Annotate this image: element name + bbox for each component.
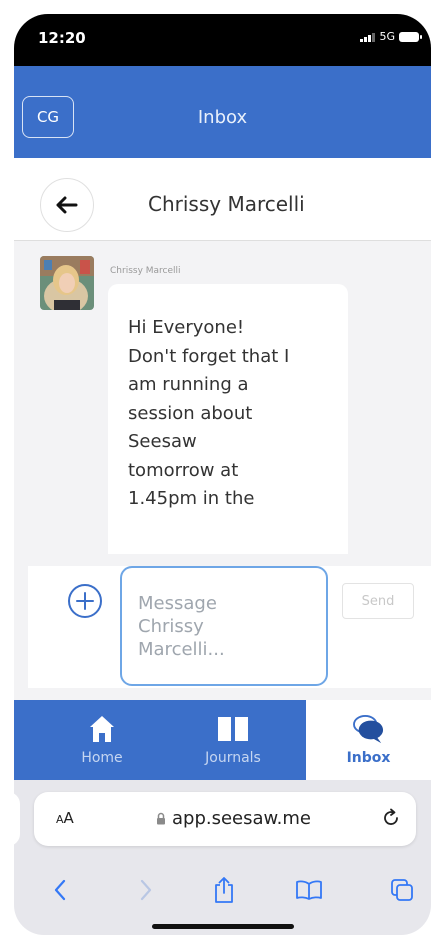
- bookmarks-button[interactable]: [290, 872, 328, 908]
- home-indicator[interactable]: [152, 924, 294, 929]
- compose-bar: Message Chrissy Marcelli... Send: [14, 554, 431, 700]
- browser-back-button[interactable]: [42, 872, 78, 908]
- conversation-header: Chrissy Marcelli: [14, 158, 431, 241]
- message-bubble: Hi Everyone! Don't forget that I am runn…: [108, 284, 348, 554]
- previous-tab-peek[interactable]: [14, 792, 20, 846]
- message-input-placeholder: Chrissy: [138, 616, 204, 637]
- chevron-left-icon: [54, 879, 66, 901]
- bookmarks-icon: [296, 880, 322, 900]
- status-time: 12:20: [38, 29, 86, 47]
- tab-bar: Home Journals Inbox: [14, 700, 431, 780]
- add-attachment-button[interactable]: [68, 584, 102, 618]
- phone-screen: 12:20 5G CG Inbox Chrissy Marcelli Chris…: [14, 14, 431, 935]
- share-button[interactable]: [206, 872, 242, 908]
- tab-journals-label: Journals: [205, 750, 261, 766]
- tabs-button[interactable]: [384, 872, 420, 908]
- battery-icon: [399, 31, 422, 42]
- status-bar: 12:20 5G: [14, 14, 431, 66]
- message-input[interactable]: Message Chrissy Marcelli...: [120, 566, 328, 686]
- avatar: [40, 256, 94, 310]
- address-bar[interactable]: AAAA app.seesaw.me: [34, 792, 416, 846]
- url-text: app.seesaw.me: [172, 808, 311, 829]
- back-button[interactable]: [40, 178, 94, 232]
- browser-chrome: AAAA app.seesaw.me: [14, 780, 431, 935]
- url-field[interactable]: app.seesaw.me: [156, 808, 311, 829]
- message-input-placeholder: Message: [138, 593, 217, 614]
- compose-panel: Message Chrissy Marcelli... Send: [28, 566, 431, 688]
- message-line: Hi Everyone!: [128, 317, 245, 338]
- conversation-name: Chrissy Marcelli: [148, 192, 305, 216]
- tab-home[interactable]: Home: [52, 700, 152, 780]
- home-icon: [90, 716, 114, 742]
- message-list[interactable]: Chrissy Marcelli Hi Everyone! Don't forg…: [14, 241, 431, 554]
- message-line: Don't forget that I: [128, 345, 290, 367]
- message-line: 1.45pm in the: [128, 488, 255, 509]
- lock-icon: [157, 812, 165, 825]
- message-line: tomorrow at: [128, 459, 239, 481]
- browser-forward-button[interactable]: [128, 872, 164, 908]
- reload-icon[interactable]: [380, 807, 402, 829]
- chat-bubbles-icon: [352, 714, 383, 744]
- message-line: am running a: [128, 374, 249, 395]
- book-icon: [218, 717, 248, 741]
- signal-icon: [360, 32, 376, 42]
- network-label: 5G: [379, 30, 395, 43]
- share-icon: [215, 877, 233, 903]
- app-header: CG Inbox: [14, 66, 431, 158]
- arrow-left-icon: [56, 196, 78, 214]
- tab-inbox[interactable]: Inbox: [306, 700, 431, 780]
- tab-home-label: Home: [81, 750, 123, 766]
- page-title: Inbox: [197, 107, 248, 128]
- message-input-placeholder: Marcelli...: [138, 639, 225, 660]
- tab-inbox-label: Inbox: [346, 750, 391, 766]
- send-button[interactable]: Send: [342, 583, 414, 619]
- tab-journals[interactable]: Journals: [178, 700, 288, 780]
- message-line: Seesaw: [128, 431, 197, 452]
- browser-toolbar: [14, 872, 431, 912]
- message-line: session about: [128, 402, 253, 424]
- message-sender: Chrissy Marcelli: [110, 266, 181, 276]
- text-size-button[interactable]: AAAA: [56, 809, 74, 827]
- tabs-icon: [391, 879, 413, 901]
- chevron-right-icon: [140, 879, 152, 901]
- status-indicators: 5G: [360, 30, 422, 43]
- plus-icon: [76, 592, 94, 610]
